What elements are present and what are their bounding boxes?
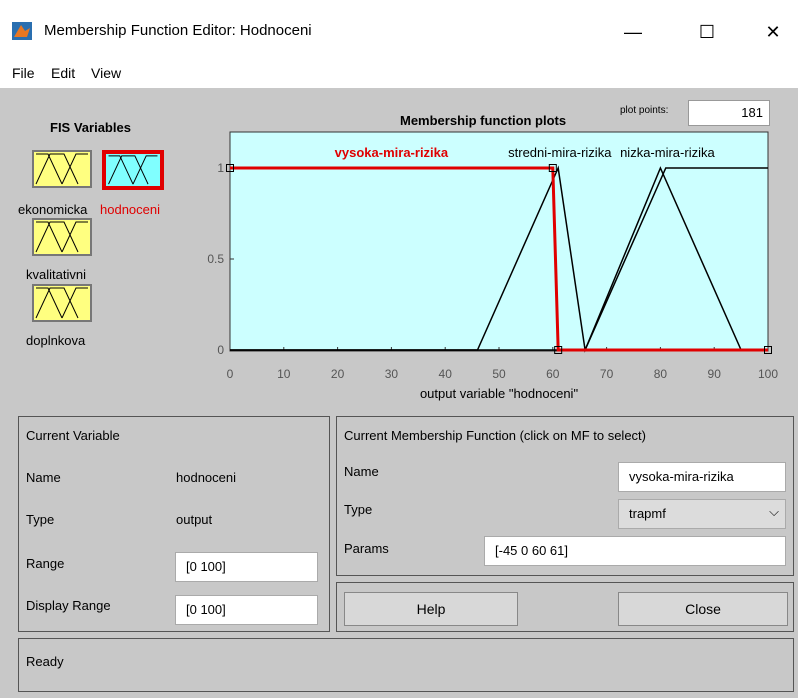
x-tick-label: 80 bbox=[654, 367, 668, 381]
plot-area[interactable] bbox=[229, 131, 769, 352]
mf-label-vysoka-mira-rizika[interactable]: vysoka-mira-rizika bbox=[335, 145, 449, 160]
variable-name-value: hodnoceni bbox=[176, 470, 236, 485]
x-tick-label: 0 bbox=[227, 367, 234, 381]
chevron-down-icon: ⌵ bbox=[769, 504, 779, 519]
mf-type-value: trapmf bbox=[629, 506, 666, 521]
mf-label-stredni-mira-rizika[interactable]: stredni-mira-rizika bbox=[508, 145, 612, 160]
current-mf-title: Current Membership Function (click on MF… bbox=[344, 428, 646, 443]
mf-name-label: Name bbox=[344, 464, 379, 479]
variable-name-label: Name bbox=[26, 470, 61, 485]
display-range-input[interactable]: [0 100] bbox=[175, 595, 318, 625]
mf-name-input[interactable]: vysoka-mira-rizika bbox=[618, 462, 786, 492]
range-input[interactable]: [0 100] bbox=[175, 552, 318, 582]
display-range-label: Display Range bbox=[26, 598, 111, 613]
x-tick-label: 40 bbox=[439, 367, 453, 381]
mf-params-label: Params bbox=[344, 541, 389, 556]
close-button[interactable]: Close bbox=[618, 592, 788, 626]
mf-params-input[interactable]: [-45 0 60 61] bbox=[484, 536, 786, 566]
help-button[interactable]: Help bbox=[344, 592, 518, 626]
x-tick-label: 60 bbox=[546, 367, 560, 381]
x-tick-label: 30 bbox=[385, 367, 399, 381]
status-text: Ready bbox=[26, 654, 64, 669]
variable-type-label: Type bbox=[26, 512, 55, 527]
x-tick-label: 100 bbox=[758, 367, 778, 381]
y-tick-label: 1 bbox=[217, 161, 224, 175]
x-tick-label: 70 bbox=[600, 367, 614, 381]
x-tick-label: 90 bbox=[708, 367, 722, 381]
x-tick-label: 10 bbox=[277, 367, 291, 381]
x-axis-label: output variable "hodnoceni" bbox=[420, 386, 579, 401]
x-tick-label: 20 bbox=[331, 367, 345, 381]
y-tick-label: 0.5 bbox=[207, 252, 224, 266]
status-panel bbox=[18, 638, 794, 692]
y-tick-label: 0 bbox=[217, 343, 224, 357]
x-tick-label: 50 bbox=[492, 367, 506, 381]
variable-type-value: output bbox=[176, 512, 213, 527]
mf-type-label: Type bbox=[344, 502, 373, 517]
range-label: Range bbox=[26, 556, 65, 571]
mf-type-select[interactable]: trapmf ⌵ bbox=[618, 499, 786, 529]
current-variable-title: Current Variable bbox=[26, 428, 120, 443]
mf-label-nizka-mira-rizika[interactable]: nizka-mira-rizika bbox=[620, 145, 715, 160]
